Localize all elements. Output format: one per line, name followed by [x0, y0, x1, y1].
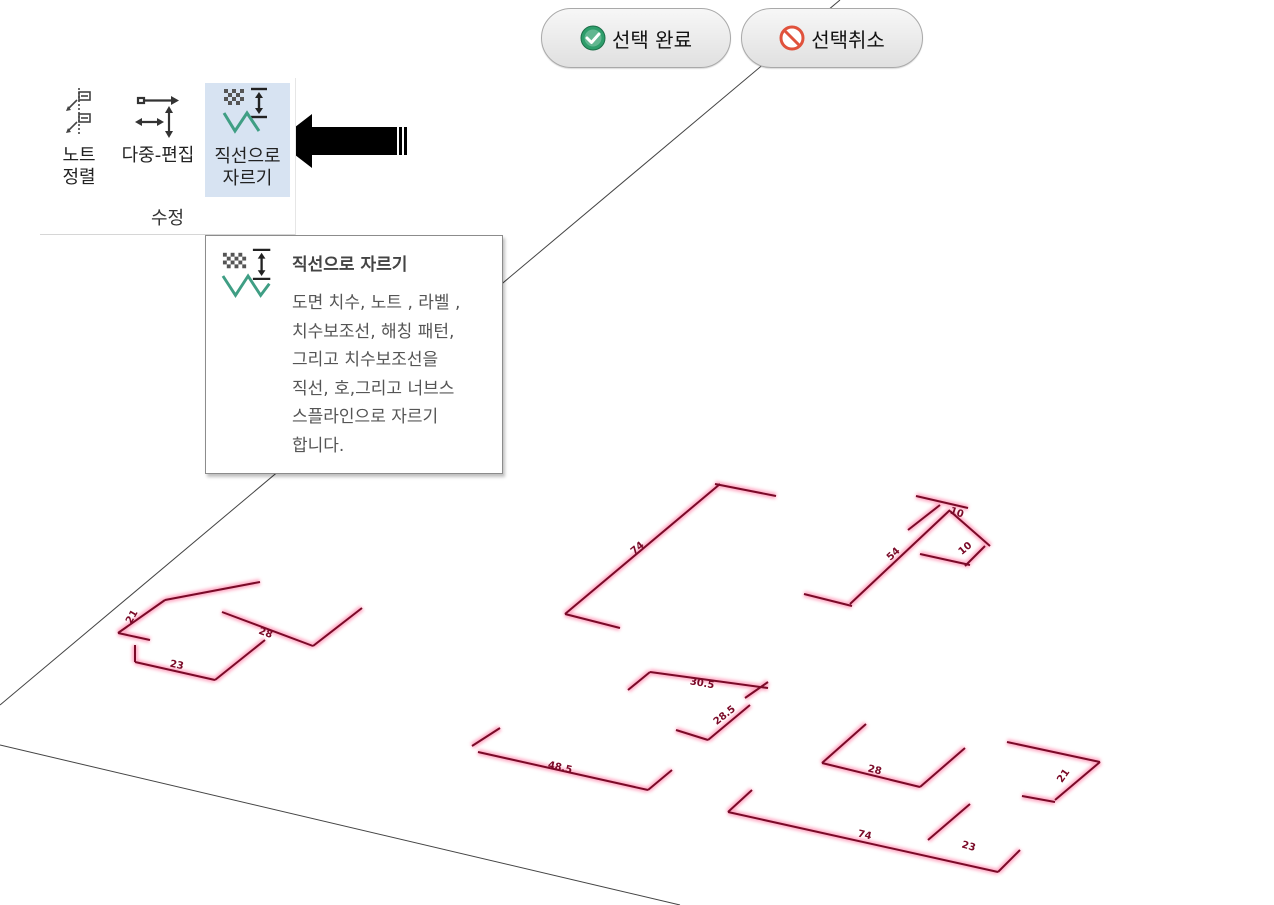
tooltip: 직선으로 자르기 도면 치수, 노트 , 라벨 , 치수보조선, 해칭 패턴, …: [205, 235, 503, 474]
check-circle-icon: [580, 25, 606, 51]
no-entry-icon: [779, 25, 805, 51]
selection-cancel-label: 선택취소: [811, 27, 885, 52]
align-notes-label-2: 정렬: [62, 167, 96, 188]
dimension-glow: [116, 481, 1102, 875]
trim-to-line-icon: [222, 87, 267, 134]
selection-done-label: 선택 완료: [612, 27, 692, 52]
align-notes-button[interactable]: 노트 정렬: [54, 84, 104, 196]
multi-edit-label: 다중-편집: [121, 145, 195, 166]
tooltip-line: 그리고 치수보조선을: [292, 350, 439, 371]
dimension-label: 21: [124, 608, 141, 626]
dimension-label: 10: [957, 540, 975, 557]
trim-to-line-icon: [221, 248, 271, 298]
tooltip-description: 도면 치수, 노트 , 라벨 , 치수보조선, 해칭 패턴, 그리고 치수보조선…: [292, 289, 497, 461]
selection-done-button[interactable]: 선택 완료: [541, 8, 731, 68]
ribbon-modify-panel: 노트 정렬 다중-편집 직선으로 자르기 수정: [40, 78, 296, 235]
selection-cancel-button[interactable]: 선택취소: [741, 8, 923, 68]
dimension-label: 48.5: [547, 760, 574, 776]
multi-edit-icon: [135, 96, 179, 138]
pointer-arrow: [277, 114, 407, 168]
align-notes-label-1: 노트: [62, 145, 96, 166]
tooltip-line: 직선, 호,그리고 너브스: [292, 378, 455, 399]
tooltip-title: 직선으로 자르기: [292, 255, 408, 275]
dimension-lines[interactable]: [117, 483, 1101, 873]
tooltip-line: 도면 치수, 노트 , 라벨 ,: [292, 293, 461, 313]
tooltip-line: 합니다.: [292, 435, 345, 456]
multi-edit-button[interactable]: 다중-편집: [113, 84, 203, 196]
trim-to-line-label-1: 직선으로: [214, 146, 281, 167]
tooltip-line: 스플라인으로 자르기: [292, 407, 439, 428]
trim-to-line-button[interactable]: 직선으로 자르기: [205, 83, 290, 197]
trim-to-line-label-2: 자르기: [222, 168, 273, 189]
dimension-label: 23: [960, 840, 976, 854]
align-notes-icon: [66, 88, 91, 134]
tooltip-line: 치수보조선, 해칭 패턴,: [292, 321, 455, 342]
dimension-label: 21: [1055, 767, 1072, 785]
ribbon-group-label: 수정: [150, 208, 185, 229]
